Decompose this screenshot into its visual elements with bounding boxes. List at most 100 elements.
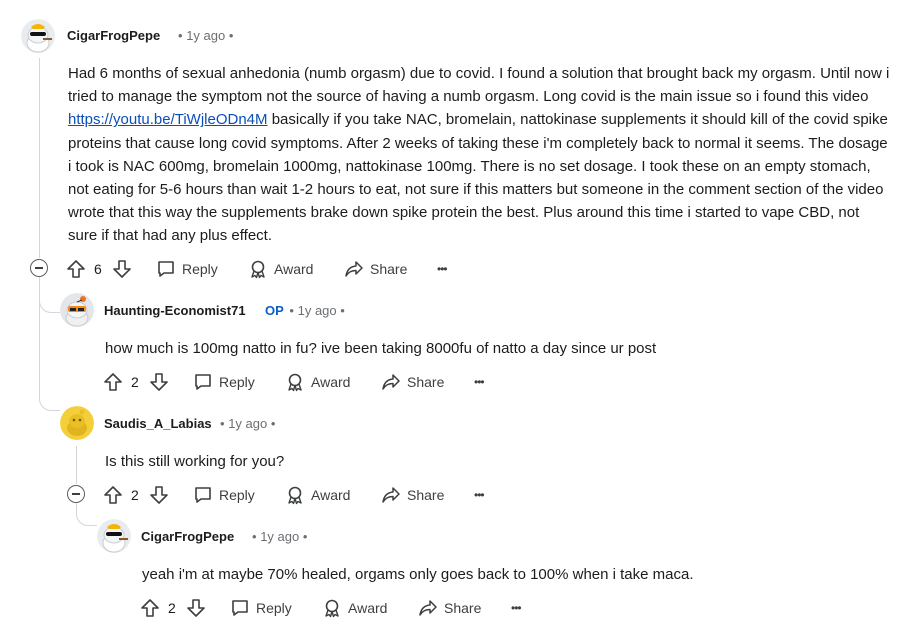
thread-line-level2 bbox=[76, 446, 77, 484]
comment-body: Is this still working for you? bbox=[105, 450, 885, 473]
reply-label: Reply bbox=[219, 374, 255, 390]
reply-button[interactable]: Reply bbox=[230, 595, 292, 621]
comment-icon bbox=[232, 600, 248, 616]
share-icon bbox=[382, 487, 400, 503]
avatar[interactable] bbox=[60, 406, 94, 440]
more-options-button[interactable]: ••• bbox=[474, 482, 485, 508]
award-icon bbox=[288, 486, 302, 505]
comment-body: yeah i'm at maybe 70% healed, orgams onl… bbox=[142, 563, 882, 586]
username[interactable]: CigarFrogPepe bbox=[67, 28, 160, 43]
downvote-icon bbox=[187, 599, 205, 617]
timestamp[interactable]: 1y ago bbox=[186, 28, 225, 43]
share-button[interactable]: Share bbox=[418, 595, 481, 621]
more-icon: ••• bbox=[511, 601, 522, 615]
downvote-button[interactable] bbox=[149, 369, 169, 395]
reply-label: Reply bbox=[256, 600, 292, 616]
action-bar: 2 Reply Award Share ••• bbox=[103, 369, 523, 395]
downvote-icon bbox=[113, 260, 131, 278]
meta-separator: • bbox=[178, 28, 183, 43]
share-label: Share bbox=[407, 374, 445, 390]
username[interactable]: CigarFrogPepe bbox=[141, 529, 234, 544]
meta-separator: • bbox=[302, 529, 308, 544]
comment-body: Had 6 months of sexual anhedonia (numb o… bbox=[68, 62, 890, 248]
upvote-button[interactable] bbox=[103, 369, 123, 395]
vote-count: 2 bbox=[131, 487, 139, 503]
more-options-button[interactable]: ••• bbox=[511, 595, 522, 621]
minus-icon bbox=[72, 493, 80, 495]
action-bar: 2 Reply Award Share ••• bbox=[140, 595, 560, 621]
vote-count: 6 bbox=[94, 261, 102, 277]
award-button[interactable]: Award bbox=[322, 595, 387, 621]
action-bar: 2 Reply Award Share ••• bbox=[103, 482, 523, 508]
award-label: Award bbox=[274, 261, 314, 277]
comment-meta: • 1y ago • bbox=[252, 529, 307, 544]
reply-label: Reply bbox=[182, 261, 218, 277]
meta-separator: • bbox=[228, 28, 234, 43]
video-link[interactable]: https://youtu.be/TiWjleODn4M bbox=[68, 111, 268, 128]
award-label: Award bbox=[311, 487, 351, 503]
downvote-button[interactable] bbox=[112, 256, 132, 282]
vote-count: 2 bbox=[131, 374, 139, 390]
downvote-icon bbox=[150, 486, 168, 504]
timestamp[interactable]: 1y ago bbox=[228, 416, 267, 431]
thread-connector bbox=[76, 503, 97, 526]
downvote-button[interactable] bbox=[149, 482, 169, 508]
op-badge: OP bbox=[265, 303, 284, 318]
comment-icon bbox=[195, 374, 211, 390]
avatar[interactable] bbox=[21, 19, 55, 53]
avatar[interactable] bbox=[97, 519, 131, 553]
username[interactable]: Haunting-Economist71 bbox=[104, 303, 246, 318]
downvote-button[interactable] bbox=[186, 595, 206, 621]
share-icon bbox=[382, 374, 400, 390]
share-icon bbox=[345, 261, 363, 277]
upvote-button[interactable] bbox=[140, 595, 160, 621]
thread-connector bbox=[39, 378, 60, 411]
award-label: Award bbox=[348, 600, 388, 616]
comment-text: Is this still working for you? bbox=[105, 453, 285, 470]
award-button[interactable]: Award bbox=[248, 256, 313, 282]
meta-separator: • bbox=[252, 529, 257, 544]
award-label: Award bbox=[311, 374, 351, 390]
reply-button[interactable]: Reply bbox=[193, 482, 255, 508]
avatar[interactable] bbox=[60, 293, 94, 327]
comment-text: basically if you take NAC, bromelain, na… bbox=[68, 111, 888, 245]
award-icon bbox=[251, 260, 265, 279]
reply-label: Reply bbox=[219, 487, 255, 503]
share-button[interactable]: Share bbox=[381, 482, 444, 508]
vote-count: 2 bbox=[168, 600, 176, 616]
award-icon bbox=[288, 373, 302, 392]
username[interactable]: Saudis_A_Labias bbox=[104, 416, 212, 431]
timestamp[interactable]: 1y ago bbox=[260, 529, 299, 544]
reply-button[interactable]: Reply bbox=[193, 369, 255, 395]
more-options-button[interactable]: ••• bbox=[437, 256, 448, 282]
meta-separator: • bbox=[289, 303, 294, 318]
comment-meta: OP • 1y ago • bbox=[265, 303, 345, 318]
share-label: Share bbox=[370, 261, 408, 277]
upvote-button[interactable] bbox=[103, 482, 123, 508]
comment-meta: • 1y ago • bbox=[220, 416, 275, 431]
award-button[interactable]: Award bbox=[285, 369, 350, 395]
share-label: Share bbox=[407, 487, 445, 503]
collapse-button[interactable] bbox=[30, 259, 48, 277]
award-button[interactable]: Award bbox=[285, 482, 350, 508]
more-icon: ••• bbox=[437, 262, 448, 276]
more-icon: ••• bbox=[474, 375, 485, 389]
meta-separator: • bbox=[340, 303, 345, 318]
share-button[interactable]: Share bbox=[381, 369, 444, 395]
upvote-button[interactable] bbox=[66, 256, 86, 282]
comment-text: yeah i'm at maybe 70% healed, orgams onl… bbox=[142, 566, 694, 583]
minus-icon bbox=[35, 267, 43, 269]
upvote-icon bbox=[104, 486, 122, 504]
collapse-button[interactable] bbox=[67, 485, 85, 503]
more-options-button[interactable]: ••• bbox=[474, 369, 485, 395]
upvote-icon bbox=[67, 260, 85, 278]
comment-icon bbox=[195, 487, 211, 503]
reply-button[interactable]: Reply bbox=[156, 256, 218, 282]
comment-meta: • 1y ago • bbox=[178, 28, 233, 43]
comment-icon bbox=[158, 261, 174, 277]
downvote-icon bbox=[150, 373, 168, 391]
timestamp[interactable]: 1y ago bbox=[298, 303, 337, 318]
thread-connector bbox=[39, 276, 60, 313]
upvote-icon bbox=[141, 599, 159, 617]
share-button[interactable]: Share bbox=[344, 256, 407, 282]
